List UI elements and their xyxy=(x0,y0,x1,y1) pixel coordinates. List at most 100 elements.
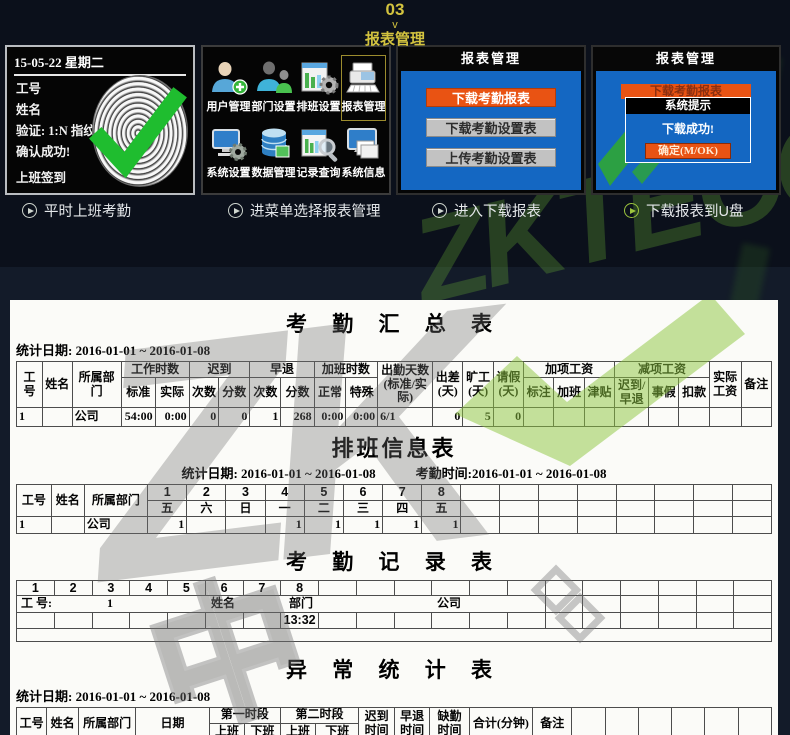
header-cell: 出勤天数(标准/实际) xyxy=(378,362,433,408)
summary-stat-date: 统计日期: 2016-01-01 ~ 2016-01-08 xyxy=(16,340,772,359)
header-cell: 加项工资 xyxy=(524,362,615,378)
header-cell xyxy=(572,707,605,735)
header-cell xyxy=(539,485,578,501)
header-cell xyxy=(738,707,771,735)
header-cell: 所属部门 xyxy=(72,362,121,408)
header-cell: 姓名 xyxy=(47,707,79,735)
header-cell: 实际 xyxy=(155,378,189,408)
cell: 公司 xyxy=(72,408,121,427)
abnormal-table-title: 异 常 统 计 表 xyxy=(16,654,772,684)
header-cell xyxy=(539,501,578,517)
menu-item-system-info[interactable]: 系统信息 xyxy=(341,121,386,187)
monitor-folder-icon xyxy=(344,126,384,162)
header-cell: 次数 xyxy=(189,378,219,408)
summary-table-title: 考 勤 汇 总 表 xyxy=(16,308,772,338)
emp-no-label: 工 号: xyxy=(21,597,52,611)
cell xyxy=(524,408,554,427)
header-cell xyxy=(605,707,638,735)
download-setting-button[interactable]: 下载考勤设置表 xyxy=(426,118,556,137)
cell: 1 xyxy=(17,408,43,427)
header-cell xyxy=(655,485,694,501)
header-cell: 备注 xyxy=(533,707,572,735)
header-cell: 请假(天) xyxy=(493,362,523,408)
cell xyxy=(655,517,694,534)
header-cell: 迟到 xyxy=(189,362,250,378)
cell xyxy=(356,613,394,628)
cell xyxy=(54,613,92,628)
header-cell xyxy=(733,485,772,501)
header-cell: 特殊 xyxy=(346,378,378,408)
menu-item-dept-setting[interactable]: 部门设置 xyxy=(251,55,296,121)
cell xyxy=(545,613,583,628)
step-number: 03 xyxy=(0,0,790,20)
dialog-title: 系统提示 xyxy=(626,98,750,114)
date-bar: 15-05-22 星期二 xyxy=(14,52,186,76)
cell: 7 xyxy=(243,581,281,596)
menu-label: 报表管理 xyxy=(341,98,386,114)
menu-label: 系统设置 xyxy=(206,164,251,180)
menu-item-shift-setting[interactable]: 排班设置 xyxy=(296,55,341,121)
cell xyxy=(696,613,734,628)
upload-setting-button[interactable]: 上传考勤设置表 xyxy=(426,148,556,167)
dept-label: 部门 xyxy=(289,597,313,611)
cell xyxy=(394,613,432,628)
menu-item-record-query[interactable]: 记录查询 xyxy=(296,121,341,187)
device-screen-menu: 用户管理 部门设置 排班设置 xyxy=(201,45,391,195)
cell xyxy=(658,596,696,613)
cell: 0:00 xyxy=(155,408,189,427)
cell xyxy=(577,517,616,534)
ok-button[interactable]: 确定(M/OK) xyxy=(645,143,731,159)
header-cell: 下班 xyxy=(245,723,281,735)
cell xyxy=(470,581,508,596)
header-cell: 5 xyxy=(304,485,343,501)
cell xyxy=(649,408,679,427)
cell xyxy=(696,596,734,613)
cell: 0:00 xyxy=(314,408,346,427)
header-cell xyxy=(461,485,500,501)
header-cell: 所属部门 xyxy=(84,485,147,517)
cell: 0:00 xyxy=(346,408,378,427)
cell: 6 xyxy=(205,581,243,596)
device-screen-report-menu: 报表管理 下载考勤报表 下载考勤设置表 上传考勤设置表 xyxy=(396,45,586,195)
header-cell xyxy=(577,485,616,501)
header-cell: 事假 xyxy=(649,378,679,408)
header-cell: 工作时数 xyxy=(121,362,189,378)
header-cell: 第一时段 xyxy=(209,707,280,723)
play-circle-icon xyxy=(22,203,37,218)
schedule-stat-line: 统计日期: 2016-01-01 ~ 2016-01-08考勤时间:2016-0… xyxy=(16,463,772,482)
header-cell xyxy=(638,707,671,735)
system-prompt-dialog: 系统提示 下载成功! 确定(M/OK) xyxy=(625,97,751,163)
header-cell xyxy=(733,501,772,517)
menu-item-report-mgmt[interactable]: 报表管理 xyxy=(341,55,386,121)
cell: 54:00 xyxy=(121,408,155,427)
cell: 1 xyxy=(250,408,281,427)
cell xyxy=(584,408,614,427)
cell xyxy=(356,581,394,596)
menu-item-data-mgmt[interactable]: 数据管理 xyxy=(251,121,296,187)
download-report-button[interactable]: 下载考勤报表 xyxy=(426,88,556,107)
cell xyxy=(734,596,772,613)
screen-title: 报表管理 xyxy=(593,47,779,71)
device-screen-download-success: 报表管理 下载考勤报表 系统提示 下载成功! 确定(M/OK) xyxy=(591,45,781,195)
menu-item-user-mgmt[interactable]: 用户管理 xyxy=(206,55,251,121)
header-cell: 迟到时间 xyxy=(359,707,395,735)
header-cell: 3 xyxy=(226,485,265,501)
cell: 8 xyxy=(281,581,319,596)
monitor-gear-icon xyxy=(209,126,249,162)
cell xyxy=(733,517,772,534)
cell xyxy=(583,581,621,596)
header-cell: 早退 xyxy=(250,362,314,378)
header-cell: 旷工(天) xyxy=(463,362,493,408)
menu-label: 数据管理 xyxy=(251,164,296,180)
page-title: 报表管理 xyxy=(0,31,790,48)
cell: 1 xyxy=(304,517,343,534)
header-cell xyxy=(577,501,616,517)
header-cell xyxy=(694,485,733,501)
header-cell xyxy=(616,485,655,501)
menu-item-system-setting[interactable]: 系统设置 xyxy=(206,121,251,187)
cell xyxy=(583,596,621,613)
cell xyxy=(658,613,696,628)
header-cell: 四 xyxy=(383,501,422,517)
header-cell: 加班 xyxy=(554,378,584,408)
header-cell: 迟到/早退 xyxy=(615,378,649,408)
